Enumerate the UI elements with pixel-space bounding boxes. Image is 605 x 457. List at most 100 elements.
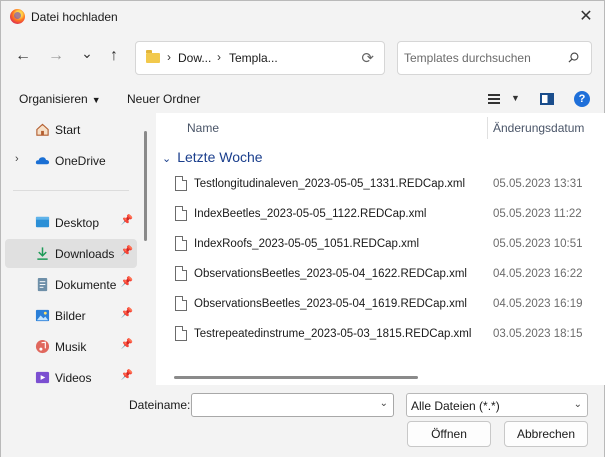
chevron-down-icon[interactable]: ⌄: [380, 398, 388, 409]
view-list-icon[interactable]: [488, 94, 500, 104]
search-icon[interactable]: [568, 52, 579, 63]
column-header-name[interactable]: Name: [187, 121, 219, 135]
file-icon: [175, 266, 187, 281]
filename-input[interactable]: [196, 397, 371, 413]
open-button[interactable]: Öffnen: [407, 421, 491, 447]
folder-icon: [146, 50, 160, 63]
sidebar-item-label: Musik: [55, 340, 87, 354]
file-row[interactable]: ObservationsBeetles_2023-05-04_1622.REDC…: [170, 261, 600, 289]
desktop-icon: [35, 216, 50, 228]
file-icon: [175, 326, 187, 341]
videos-icon: [35, 371, 50, 384]
sidebar-item-onedrive[interactable]: › OneDrive: [5, 146, 137, 175]
file-name: ObservationsBeetles_2023-05-04_1622.REDC…: [194, 268, 467, 280]
breadcrumb-templates[interactable]: Templa...: [229, 51, 278, 65]
navigation-row: ← → ⌄ ↑ › Dow... › Templa... ⟳: [1, 35, 604, 81]
file-row[interactable]: ObservationsBeetles_2023-05-04_1619.REDC…: [170, 291, 600, 319]
file-date: 04.05.2023 16:19: [493, 298, 583, 310]
organize-button[interactable]: Organisieren ▼: [19, 92, 101, 106]
sidebar-item-label: Videos: [55, 371, 92, 385]
pin-icon[interactable]: 📌: [121, 339, 133, 350]
sidebar-item-label: Bilder: [55, 309, 86, 323]
pin-icon[interactable]: 📌: [121, 308, 133, 319]
up-arrow-icon[interactable]: ↑: [104, 46, 124, 66]
close-icon[interactable]: ✕: [574, 5, 598, 29]
sidebar-item-downloads[interactable]: Downloads 📌: [5, 239, 137, 268]
chevron-down-icon[interactable]: ▼: [511, 93, 520, 103]
search-input[interactable]: [404, 50, 564, 66]
sidebar-item-label: Dokumente: [55, 278, 117, 292]
file-icon: [175, 296, 187, 311]
document-icon: [37, 277, 48, 292]
horizontal-scrollbar[interactable]: [174, 376, 418, 379]
column-header-date[interactable]: Änderungsdatum: [493, 121, 584, 135]
file-row[interactable]: IndexBeetles_2023-05-05_1122.REDCap.xml …: [170, 201, 600, 229]
firefox-logo-icon: [10, 9, 25, 24]
file-icon: [175, 236, 187, 251]
sidebar-item-pictures[interactable]: Bilder 📌: [5, 301, 137, 330]
file-type-value: Alle Dateien (*.*): [411, 399, 500, 413]
address-bar[interactable]: › Dow... › Templa... ⟳: [135, 41, 385, 75]
navigation-scrollbar[interactable]: [144, 131, 147, 241]
file-date: 05.05.2023 10:51: [493, 238, 583, 250]
recent-locations-chevron-icon[interactable]: ⌄: [77, 43, 97, 63]
dialog-footer: Dateiname: ⌄ Alle Dateien (*.*) ⌄ Öffnen…: [1, 385, 604, 457]
file-name: Testlongitudinaleven_2023-05-05_1331.RED…: [194, 178, 466, 190]
breadcrumb-separator-icon: ›: [217, 50, 221, 64]
window-title: Datei hochladen: [31, 10, 118, 24]
music-icon: [35, 339, 50, 354]
file-row[interactable]: IndexRoofs_2023-05-05_1051.REDCap.xml 05…: [170, 231, 600, 259]
file-name: IndexBeetles_2023-05-05_1122.REDCap.xml: [194, 208, 427, 220]
download-icon: [37, 247, 48, 260]
pictures-icon: [35, 309, 50, 322]
file-type-select[interactable]: Alle Dateien (*.*) ⌄: [406, 393, 588, 417]
chevron-down-icon: ⌄: [573, 399, 582, 410]
preview-pane-icon[interactable]: [540, 93, 554, 105]
divider: [13, 190, 129, 191]
pin-icon[interactable]: 📌: [121, 277, 133, 288]
sidebar-item-label: OneDrive: [55, 154, 106, 168]
back-arrow-icon[interactable]: ←: [13, 46, 33, 66]
navigation-pane: Start › OneDrive Desktop 📌 Downloads 📌 D…: [1, 115, 151, 385]
command-bar: Organisieren ▼ Neuer Ordner ▼ ?: [1, 85, 604, 113]
breadcrumb-downloads[interactable]: Dow...: [178, 51, 211, 65]
file-icon: [175, 206, 187, 221]
forward-arrow-icon[interactable]: →: [46, 46, 66, 66]
sidebar-item-music[interactable]: Musik 📌: [5, 332, 137, 361]
sidebar-item-label: Desktop: [55, 216, 100, 230]
organize-label: Organisieren: [19, 92, 88, 106]
sidebar-item-start[interactable]: Start: [5, 115, 137, 144]
file-name: Testrepeatedinstrume_2023-05-03_1815.RED…: [194, 328, 472, 340]
group-label: Letzte Woche: [177, 149, 263, 165]
file-date: 04.05.2023 16:22: [493, 268, 583, 280]
file-date: 05.05.2023 13:31: [493, 178, 583, 190]
filename-label: Dateiname:: [129, 398, 191, 412]
expand-chevron-icon[interactable]: ›: [15, 153, 19, 165]
new-folder-button[interactable]: Neuer Ordner: [127, 92, 200, 106]
file-list: Name Änderungsdatum ⌄ Letzte Woche Testlo…: [156, 113, 605, 385]
search-box[interactable]: [397, 41, 592, 75]
title-bar: Datei hochladen ✕: [1, 1, 604, 33]
sidebar-item-label: Start: [55, 123, 81, 137]
pin-icon[interactable]: 📌: [121, 246, 133, 257]
help-icon[interactable]: ?: [574, 91, 590, 107]
sidebar-item-desktop[interactable]: Desktop 📌: [5, 208, 137, 237]
file-row[interactable]: Testlongitudinaleven_2023-05-05_1331.RED…: [170, 171, 600, 199]
pin-icon[interactable]: 📌: [121, 215, 133, 226]
pin-icon[interactable]: 📌: [121, 370, 133, 381]
file-name: ObservationsBeetles_2023-05-04_1619.REDC…: [194, 298, 467, 310]
file-row[interactable]: Testrepeatedinstrume_2023-05-03_1815.RED…: [170, 321, 600, 349]
home-icon: [36, 123, 49, 136]
file-date: 05.05.2023 11:22: [493, 208, 582, 220]
cancel-button[interactable]: Abbrechen: [504, 421, 588, 447]
sidebar-item-documents[interactable]: Dokumente 📌: [5, 270, 137, 299]
refresh-icon[interactable]: ⟳: [361, 49, 374, 67]
file-upload-dialog: Datei hochladen ✕ ← → ⌄ ↑ › Dow... › Tem…: [0, 0, 605, 457]
group-header-last-week[interactable]: ⌄ Letzte Woche: [162, 149, 263, 165]
filename-combobox[interactable]: ⌄: [191, 393, 394, 417]
chevron-down-icon: ▼: [91, 95, 101, 105]
sidebar-item-label: Downloads: [55, 247, 115, 261]
cloud-icon: [35, 157, 50, 165]
column-divider[interactable]: [487, 117, 488, 139]
collapse-chevron-icon: ⌄: [162, 153, 172, 165]
